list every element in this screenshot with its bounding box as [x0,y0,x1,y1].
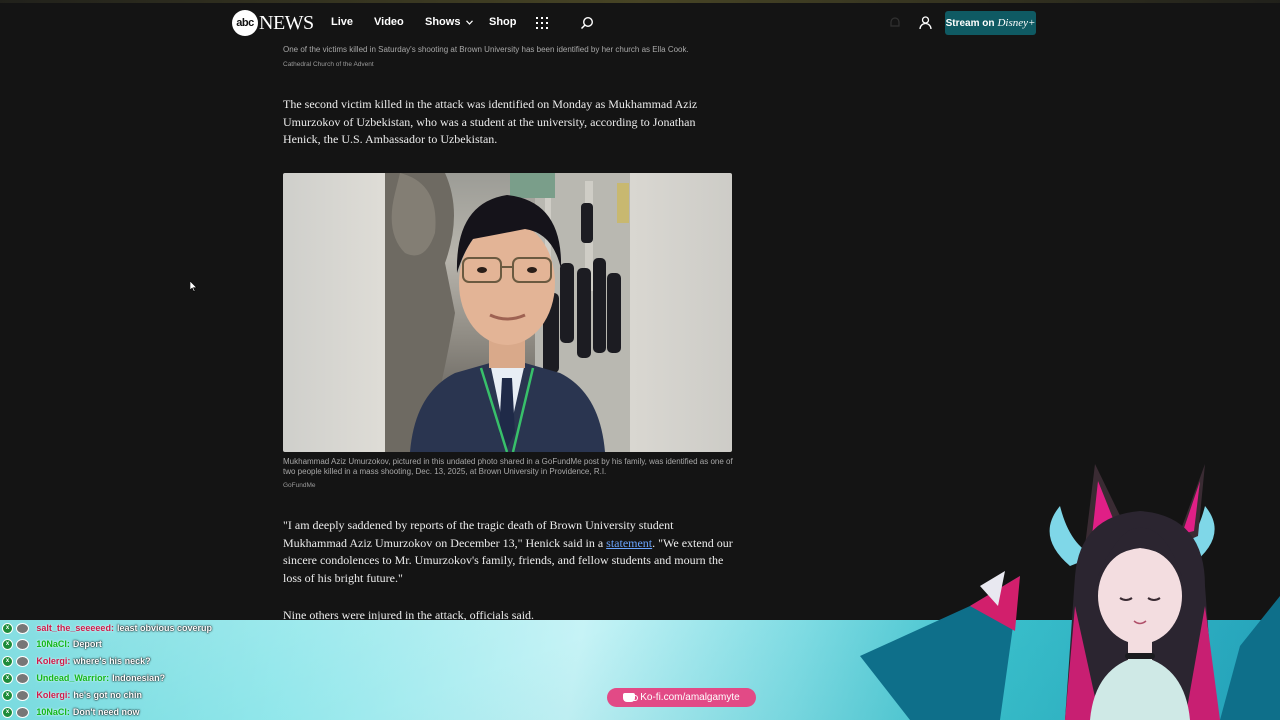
chat-badge-icon: x [2,622,13,634]
chat-text: Deport [72,639,102,649]
news-wordmark: NEWS [259,11,314,34]
chat-timestamp [32,658,33,664]
chat-message: x 10NaCl: Deport [2,637,102,651]
chat-avatar [16,706,29,718]
nav-shows-label: Shows [425,16,461,28]
chat-text: least obvious coverup [116,623,212,633]
chat-avatar [16,672,29,684]
chat-message: x Kolergi: he's got no chin [2,688,142,702]
chat-timestamp [32,625,33,631]
chat-timestamp [32,692,33,698]
kofi-link[interactable]: Ko-fi.com/amalgamyte [607,688,756,707]
chevron-down-icon [465,19,473,25]
chat-username: salt_the_seeeeed: [36,623,114,633]
chat-badge-icon: x [2,672,13,684]
chat-message: x Kolergi: where's his neck? [2,654,151,668]
chat-username: Kolergi: [36,690,71,700]
abc-logo-circle: abc [232,10,258,36]
chat-message: x salt_the_seeeeed: least obvious coveru… [2,621,212,635]
chat-message: x Undead_Warrior: Indonesian? [2,671,165,685]
vtuber-avatar [860,464,1280,720]
top-image-credit: Cathedral Church of the Advent [283,61,374,68]
chat-timestamp [32,641,33,647]
chat-badge-icon: x [2,689,13,701]
kofi-label: Ko-fi.com/amalgamyte [640,692,740,703]
chat-avatar [16,622,29,634]
chat-timestamp [32,675,33,681]
mouse-cursor-icon [190,281,197,292]
stream-button-label: Stream on [945,17,995,29]
search-icon[interactable] [580,16,594,30]
nav-live-link[interactable]: Live [331,16,353,28]
top-accent-line [0,0,1280,3]
chat-message: x 10NaCl: Don't need now [2,705,140,719]
chat-badge-icon: x [2,638,13,650]
chat-username: 10NaCl: [36,707,70,717]
article-photo [283,173,732,452]
nav-shop-link[interactable]: Shop [489,16,517,28]
chat-text: Indonesian? [112,673,166,683]
chat-username: 10NaCl: [36,639,70,649]
stream-on-disney-button[interactable]: Stream on Disney+ [945,11,1036,35]
user-account-icon[interactable] [918,15,933,30]
nav-shows-menu[interactable]: Shows [425,16,473,28]
chat-username: Undead_Warrior: [36,673,110,683]
nav-video-link[interactable]: Video [374,16,404,28]
chat-avatar [16,655,29,667]
chat-avatar [16,689,29,701]
bell-icon[interactable] [888,16,902,30]
photo-portrait [385,173,630,452]
top-image-caption: One of the victims killed in Saturday's … [283,45,689,54]
chat-badge-icon: x [2,706,13,718]
disney-plus-logo: Disney+ [997,17,1036,29]
article-paragraph-1: The second victim killed in the attack w… [283,97,698,146]
apps-grid-icon[interactable] [536,17,548,29]
abc-news-logo[interactable]: abc NEWS [232,10,314,36]
chat-badge-icon: x [2,655,13,667]
top-navigation-bar: abc NEWS Live Video Shows Shop Stream on… [0,0,1280,46]
chat-avatar [16,638,29,650]
statement-link[interactable]: statement [606,536,652,550]
article-paragraph-2: "I am deeply saddened by reports of the … [283,517,735,587]
kofi-cup-icon [623,693,639,702]
chat-text: Don't need now [72,707,140,717]
photo-caption: Mukhammad Aziz Umurzokov, pictured in th… [283,457,733,476]
chat-timestamp [32,709,33,715]
chat-text: he's got no chin [73,690,143,700]
chat-username: Kolergi: [36,656,71,666]
portrait-illustration [385,173,630,452]
stream-chat: x salt_the_seeeeed: least obvious coveru… [0,620,260,720]
chat-text: where's his neck? [73,656,151,666]
photo-credit: GoFundMe [283,482,316,489]
